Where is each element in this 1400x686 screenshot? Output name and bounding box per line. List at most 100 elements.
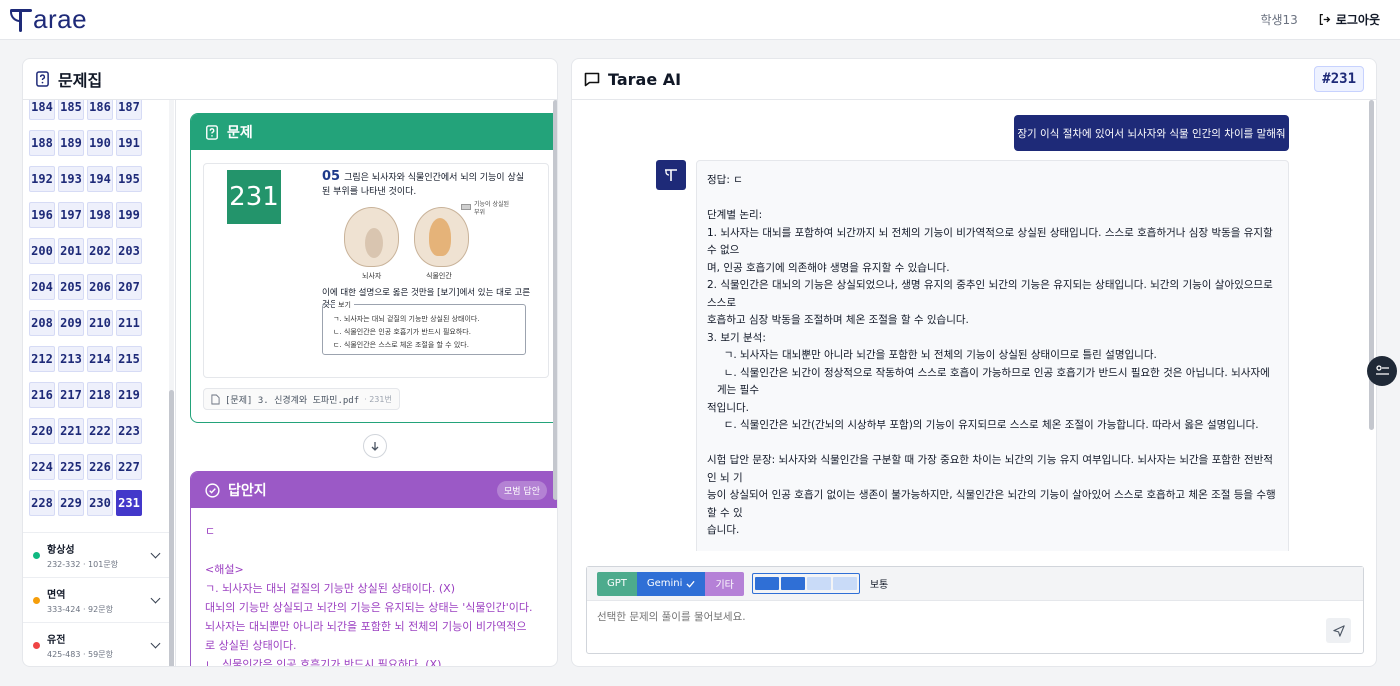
bogi-item: ㄷ. 식물인간은 스스로 체온 조절을 할 수 있다.: [333, 341, 469, 349]
chevron-down-icon: [150, 548, 161, 558]
number-scrollbar-thumb[interactable]: [169, 390, 174, 666]
chat-composer: GPT Gemini 기타 보통: [586, 566, 1364, 654]
difficulty-level-segment[interactable]: [754, 577, 779, 590]
chat-header: Tarae AI #231: [572, 59, 1376, 100]
problem-number-button[interactable]: 228: [29, 490, 55, 516]
problem-number-button[interactable]: 224: [29, 454, 55, 480]
toggle-settings-icon: [1375, 365, 1389, 375]
source-file-count: · 231번: [364, 394, 392, 404]
bogi-box: 보기 ㄱ. 뇌사자는 대뇌 겉질의 기능만 상실된 상태이다. ㄴ. 식물인간은…: [322, 299, 526, 355]
subject-item-genetics[interactable]: 유전 425-483 · 59문항: [23, 622, 169, 666]
problem-number-button[interactable]: 201: [58, 238, 84, 264]
problem-number-button[interactable]: 205: [58, 274, 84, 300]
subject-name: 면역: [47, 589, 66, 601]
problem-number-button[interactable]: 225: [58, 454, 84, 480]
problem-number-button[interactable]: 226: [87, 454, 113, 480]
problem-number-button[interactable]: 210: [87, 310, 113, 336]
model-gpt-button[interactable]: GPT: [597, 571, 637, 596]
problem-number-button[interactable]: 196: [29, 202, 55, 228]
difficulty-level-segment[interactable]: [832, 577, 857, 590]
problem-number-button[interactable]: 192: [29, 166, 55, 192]
problem-number-button[interactable]: 220: [29, 418, 55, 444]
problem-number-button[interactable]: 216: [29, 382, 55, 408]
send-button[interactable]: [1326, 618, 1351, 643]
problem-number-button[interactable]: 230: [87, 490, 113, 516]
problem-number-button[interactable]: 198: [87, 202, 113, 228]
problem-number-button[interactable]: 199: [116, 202, 142, 228]
ai-message-line: 단계별 논리:: [707, 209, 763, 221]
problem-number-button[interactable]: 223: [116, 418, 142, 444]
ai-message-line: 시험 답안 문장: 뇌사자와 식물인간을 구분할 때 가장 중요한 차이는 뇌간…: [707, 454, 1273, 484]
problem-number-button[interactable]: 184: [29, 100, 55, 120]
problem-number-button[interactable]: 193: [58, 166, 84, 192]
problem-number-button[interactable]: 221: [58, 418, 84, 444]
problem-number-button[interactable]: 222: [87, 418, 113, 444]
problem-number-button[interactable]: 200: [29, 238, 55, 264]
problem-number-button[interactable]: 212: [29, 346, 55, 372]
problem-number-button[interactable]: 202: [87, 238, 113, 264]
problem-number-button[interactable]: 186: [87, 100, 113, 120]
question-doc-icon: [206, 124, 218, 140]
problem-number-button[interactable]: 219: [116, 382, 142, 408]
chat-input[interactable]: [597, 611, 1297, 623]
problem-number-button[interactable]: 217: [58, 382, 84, 408]
logo[interactable]: arae: [10, 4, 87, 35]
problem-detail-area: 문제 231 05 그림은 뇌사자와 식물인간에서 뇌의 기능이 상실된 부위를 …: [176, 100, 557, 666]
answer-line: 뇌사자는 대뇌뿐만 아니라 뇌간을 포함한 뇌 전체의 기능이 비가역적으: [205, 620, 527, 633]
problem-number-button[interactable]: 214: [87, 346, 113, 372]
problem-number-button[interactable]: 204: [29, 274, 55, 300]
subject-name: 유전: [47, 634, 66, 646]
problem-number-button[interactable]: 203: [116, 238, 142, 264]
ai-message-line: ​: [707, 540, 1278, 552]
model-gemini-button[interactable]: Gemini: [636, 571, 706, 596]
problem-number-button[interactable]: 215: [116, 346, 142, 372]
problem-number-button[interactable]: 207: [116, 274, 142, 300]
problem-image: 231 05 그림은 뇌사자와 식물인간에서 뇌의 기능이 상실된 부위를 나타낸…: [203, 163, 549, 378]
problem-number-button[interactable]: 227: [116, 454, 142, 480]
send-icon: [1332, 624, 1345, 637]
logout-button[interactable]: 로그아웃: [1318, 11, 1380, 28]
problem-number-button[interactable]: 211: [116, 310, 142, 336]
problem-number-button[interactable]: 190: [87, 130, 113, 156]
logout-label: 로그아웃: [1335, 13, 1380, 27]
scroll-down-button[interactable]: [363, 434, 387, 458]
detail-scrollbar-thumb[interactable]: [553, 100, 557, 500]
problem-number-button[interactable]: 229: [58, 490, 84, 516]
problem-number-button[interactable]: 194: [87, 166, 113, 192]
problem-number-button[interactable]: 188: [29, 130, 55, 156]
problem-question: 05 그림은 뇌사자와 식물인간에서 뇌의 기능이 상실된 부위를 나타낸 것이다…: [322, 170, 532, 199]
problem-number-button[interactable]: 185: [58, 100, 84, 120]
subject-item-immunity[interactable]: 면역 333-424 · 92문항: [23, 577, 169, 622]
subject-item-homeostasis[interactable]: 항상성 232-332 · 101문항: [23, 532, 169, 577]
problem-number-button[interactable]: 195: [116, 166, 142, 192]
problem-number-button[interactable]: 208: [29, 310, 55, 336]
logo-t-icon: [10, 7, 32, 33]
problem-number-button[interactable]: 189: [58, 130, 84, 156]
difficulty-level-selector[interactable]: [751, 573, 860, 594]
chat-bubble-icon: [584, 72, 600, 86]
difficulty-level-segment[interactable]: [806, 577, 831, 590]
floating-menu-button[interactable]: [1367, 356, 1397, 386]
workbook-title: 문제집: [58, 71, 103, 90]
brain-figure-braindead: [344, 207, 399, 267]
model-etc-button[interactable]: 기타: [705, 571, 744, 596]
source-file-chip[interactable]: [문제] 3. 신경계와 도파민.pdf · 231번: [203, 388, 400, 410]
difficulty-level-segment[interactable]: [780, 577, 805, 590]
problem-number-button[interactable]: 213: [58, 346, 84, 372]
problem-number-button[interactable]: 197: [58, 202, 84, 228]
answer-line: 로 상실된 상태이다.: [205, 639, 297, 652]
user-message: 장기 이식 절차에 있어서 뇌사자와 식물 인간의 차이를 말해줘: [1014, 115, 1289, 151]
problem-number-button[interactable]: 218: [87, 382, 113, 408]
file-icon: [211, 394, 220, 404]
problem-number-button[interactable]: 187: [116, 100, 142, 120]
workbook-panel: 문제집 184 185 186 187 188 189 190 191 192 193 194 195…: [22, 58, 558, 667]
problem-number-button[interactable]: 209: [58, 310, 84, 336]
problem-number-button[interactable]: 206: [87, 274, 113, 300]
subject-name: 항상성: [47, 544, 75, 556]
problem-number-button[interactable]: 191: [116, 130, 142, 156]
workbook-header: 문제집: [23, 59, 557, 100]
figure-caption: 뇌사자: [362, 272, 382, 280]
logo-text: arae: [33, 4, 88, 34]
problem-number-button[interactable]: 231: [116, 490, 142, 516]
problem-card-title: 문제: [227, 125, 253, 141]
